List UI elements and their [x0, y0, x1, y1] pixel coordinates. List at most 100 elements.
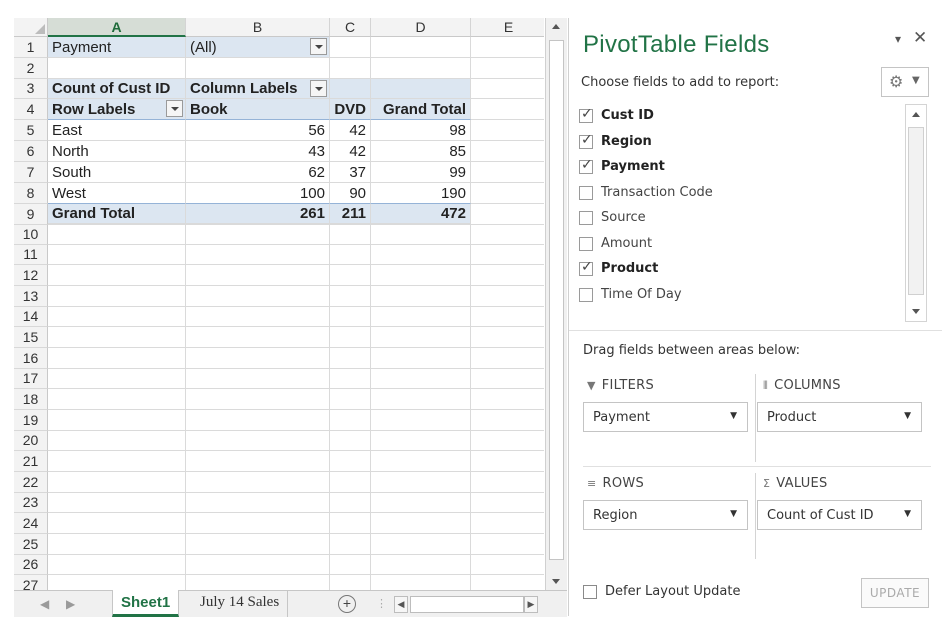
- row-header[interactable]: 21: [14, 451, 48, 472]
- pane-options-chevron-icon[interactable]: ▾: [895, 32, 901, 46]
- grid-cell[interactable]: [48, 348, 186, 369]
- grid-cell[interactable]: [471, 472, 544, 493]
- grid-cell[interactable]: [371, 431, 471, 451]
- horizontal-scrollbar[interactable]: [410, 596, 524, 613]
- row-header[interactable]: 7: [14, 162, 48, 183]
- grid-cell[interactable]: [186, 307, 330, 327]
- grid-cell[interactable]: [330, 369, 371, 389]
- row-header[interactable]: 27: [14, 575, 48, 590]
- grid-cell[interactable]: [471, 286, 544, 307]
- grid-cell[interactable]: [186, 286, 330, 307]
- pivot-row-label[interactable]: East: [48, 120, 186, 141]
- pivot-value-cell[interactable]: 190: [371, 183, 471, 204]
- grid-cell[interactable]: [48, 286, 186, 307]
- grid-cell[interactable]: [371, 451, 471, 472]
- grid-cell[interactable]: [186, 513, 330, 534]
- grid-cell[interactable]: [471, 162, 544, 183]
- scroll-thumb[interactable]: [549, 40, 564, 560]
- grand-total-dvd[interactable]: 211: [330, 203, 371, 224]
- row-header[interactable]: 4: [14, 99, 48, 120]
- column-header-a[interactable]: A: [48, 18, 186, 37]
- grid-cell[interactable]: [186, 575, 330, 590]
- field-item-region[interactable]: ✓ Region: [579, 130, 899, 154]
- row-header[interactable]: 13: [14, 286, 48, 307]
- pivot-column-labels[interactable]: Column Labels: [186, 79, 330, 99]
- field-checkbox[interactable]: ✓: [579, 259, 593, 276]
- grid-cell[interactable]: [471, 451, 544, 472]
- grid-cell[interactable]: [371, 225, 471, 245]
- field-checkbox[interactable]: [579, 185, 593, 200]
- grid-cell[interactable]: [48, 451, 186, 472]
- pivot-value-field-label[interactable]: Count of Cust ID: [48, 79, 186, 99]
- pivot-value-cell[interactable]: 85: [371, 141, 471, 162]
- grid-cell[interactable]: [330, 225, 371, 245]
- tab-splitter-icon[interactable]: ⋮: [376, 597, 387, 610]
- pivot-value-cell[interactable]: 43: [186, 141, 330, 162]
- grid-cell[interactable]: [330, 307, 371, 327]
- row-header[interactable]: 3: [14, 79, 48, 99]
- scroll-thumb[interactable]: [908, 127, 924, 295]
- grid-cell[interactable]: [371, 555, 471, 575]
- row-header[interactable]: 5: [14, 120, 48, 141]
- grid-cell[interactable]: [330, 389, 371, 410]
- grid-cell[interactable]: [186, 225, 330, 245]
- sheet-vertical-scrollbar[interactable]: [545, 18, 567, 590]
- grid-cell[interactable]: [186, 534, 330, 555]
- grid-cell[interactable]: [371, 493, 471, 513]
- grid-cell[interactable]: [330, 575, 371, 590]
- pivot-row-label[interactable]: South: [48, 162, 186, 183]
- update-button[interactable]: UPDATE: [861, 578, 929, 608]
- grid-cell[interactable]: [48, 410, 186, 431]
- row-header[interactable]: 6: [14, 141, 48, 162]
- grid-cell[interactable]: [48, 472, 186, 493]
- grid-cell[interactable]: [48, 534, 186, 555]
- grid-cell[interactable]: [186, 389, 330, 410]
- grid-cell[interactable]: [186, 265, 330, 286]
- grid-cell[interactable]: [371, 327, 471, 348]
- grid-cell[interactable]: [471, 204, 544, 225]
- grid-cell[interactable]: [48, 389, 186, 410]
- field-checkbox[interactable]: ✓: [579, 132, 593, 149]
- grid-cell[interactable]: [330, 410, 371, 431]
- grid-cell[interactable]: [48, 431, 186, 451]
- field-list-settings-button[interactable]: ⚙ ▼: [881, 67, 929, 97]
- grid-cell[interactable]: [471, 183, 544, 204]
- row-header[interactable]: 9: [14, 204, 48, 225]
- grid-cell[interactable]: [330, 534, 371, 555]
- row-header[interactable]: 23: [14, 493, 48, 513]
- grid-cell[interactable]: [471, 431, 544, 451]
- grid-cell[interactable]: [471, 327, 544, 348]
- add-sheet-icon[interactable]: +: [338, 595, 356, 613]
- scroll-down-icon[interactable]: [906, 301, 926, 321]
- grid-cell[interactable]: [371, 472, 471, 493]
- field-item-time-of-day[interactable]: Time Of Day: [579, 283, 899, 307]
- defer-layout-checkbox[interactable]: [583, 585, 597, 599]
- grid-cell[interactable]: [330, 348, 371, 369]
- row-header[interactable]: 14: [14, 307, 48, 327]
- grid-cell[interactable]: [471, 245, 544, 265]
- scroll-down-icon[interactable]: [546, 572, 567, 590]
- row-header[interactable]: 10: [14, 225, 48, 245]
- grid-cell[interactable]: [330, 472, 371, 493]
- column-labels-dropdown-button[interactable]: [310, 80, 327, 97]
- hscroll-left-icon[interactable]: ◀: [394, 596, 408, 613]
- hscroll-right-icon[interactable]: ▶: [524, 596, 538, 613]
- field-item-cust-id[interactable]: ✓ Cust ID: [579, 104, 899, 128]
- tab-prev-icon[interactable]: ◀: [40, 597, 49, 611]
- columns-field-dropdown[interactable]: Product ▼: [757, 402, 922, 432]
- grid-cell[interactable]: [471, 37, 544, 58]
- grid-cell[interactable]: [330, 493, 371, 513]
- grid-cell[interactable]: [330, 431, 371, 451]
- grid-cell[interactable]: [186, 555, 330, 575]
- worksheet-grid[interactable]: A B C D E 1 2 3 4 5 6 7 8 9 10 11 12 13 14 15 16 17 18 19 2…: [14, 18, 544, 590]
- grid-cell[interactable]: [471, 348, 544, 369]
- pivot-value-cell[interactable]: 98: [371, 120, 471, 141]
- column-header-e[interactable]: E: [471, 18, 544, 37]
- grid-cell[interactable]: [471, 575, 544, 590]
- grid-cell[interactable]: [48, 265, 186, 286]
- grid-cell[interactable]: [471, 555, 544, 575]
- grid-cell[interactable]: [48, 575, 186, 590]
- grid-cell[interactable]: [330, 265, 371, 286]
- filter-field-label[interactable]: Payment: [48, 37, 186, 58]
- row-header[interactable]: 26: [14, 555, 48, 575]
